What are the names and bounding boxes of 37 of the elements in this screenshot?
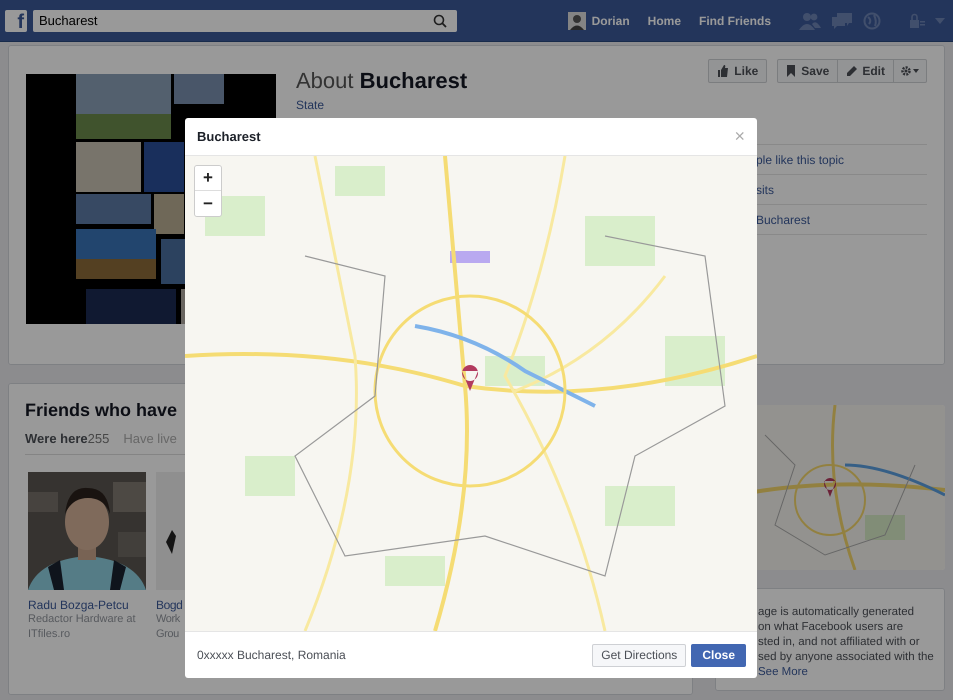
messages-icon[interactable] [831, 12, 853, 30]
info-row[interactable]: Bucharest [756, 212, 810, 226]
section-title: Friends who have [25, 400, 178, 421]
like-button[interactable]: Like [708, 59, 768, 83]
profile-link[interactable]: Dorian [568, 12, 630, 30]
avatar-icon [568, 12, 586, 30]
friends-icon[interactable] [799, 12, 821, 30]
friend-name[interactable]: Radu Bozga-Petcu [28, 598, 146, 612]
gear-icon [900, 65, 920, 77]
nav-link[interactable]: Home [648, 14, 681, 28]
caret-icon[interactable] [935, 18, 945, 24]
logo[interactable]: f [5, 10, 27, 32]
lock-icon[interactable] [909, 12, 925, 28]
see-more-link[interactable]: See More [758, 666, 808, 678]
about-text: age is automatically generated on what Facebook users are sted in, and not affiliated with or sed by anyone associated with the See More [758, 605, 935, 680]
search-field[interactable]: Bucharest [33, 10, 457, 32]
close-dialog-button[interactable]: Close [691, 644, 746, 666]
close-button[interactable]: × [732, 126, 747, 147]
bookmark-icon [786, 65, 796, 77]
info-row[interactable]: sits [756, 182, 774, 196]
pencil-icon [846, 66, 858, 76]
friend-name[interactable]: Bogd [156, 598, 184, 612]
save-button[interactable]: Save [777, 59, 838, 83]
friend-description: Redactor Hardware at ITfiles.ro [28, 612, 137, 642]
info-row[interactable]: ple like this topic [756, 152, 844, 166]
page-title: About Bucharest [296, 68, 468, 94]
edit-button[interactable]: Edit [838, 59, 894, 83]
address-text: 0xxxxx Bucharest, Romania [197, 648, 346, 662]
thumbs-up-icon [717, 65, 730, 77]
nav-link[interactable]: Find Friends [699, 14, 771, 28]
search-icon[interactable] [433, 14, 447, 28]
friend-description: Work Grou [156, 612, 182, 642]
tab[interactable]: Were here255 [25, 431, 110, 446]
settings-button[interactable] [894, 59, 927, 83]
globe-icon[interactable] [863, 12, 881, 30]
category-link[interactable]: State [296, 98, 468, 112]
directions-button[interactable]: Get Directions [592, 644, 686, 666]
